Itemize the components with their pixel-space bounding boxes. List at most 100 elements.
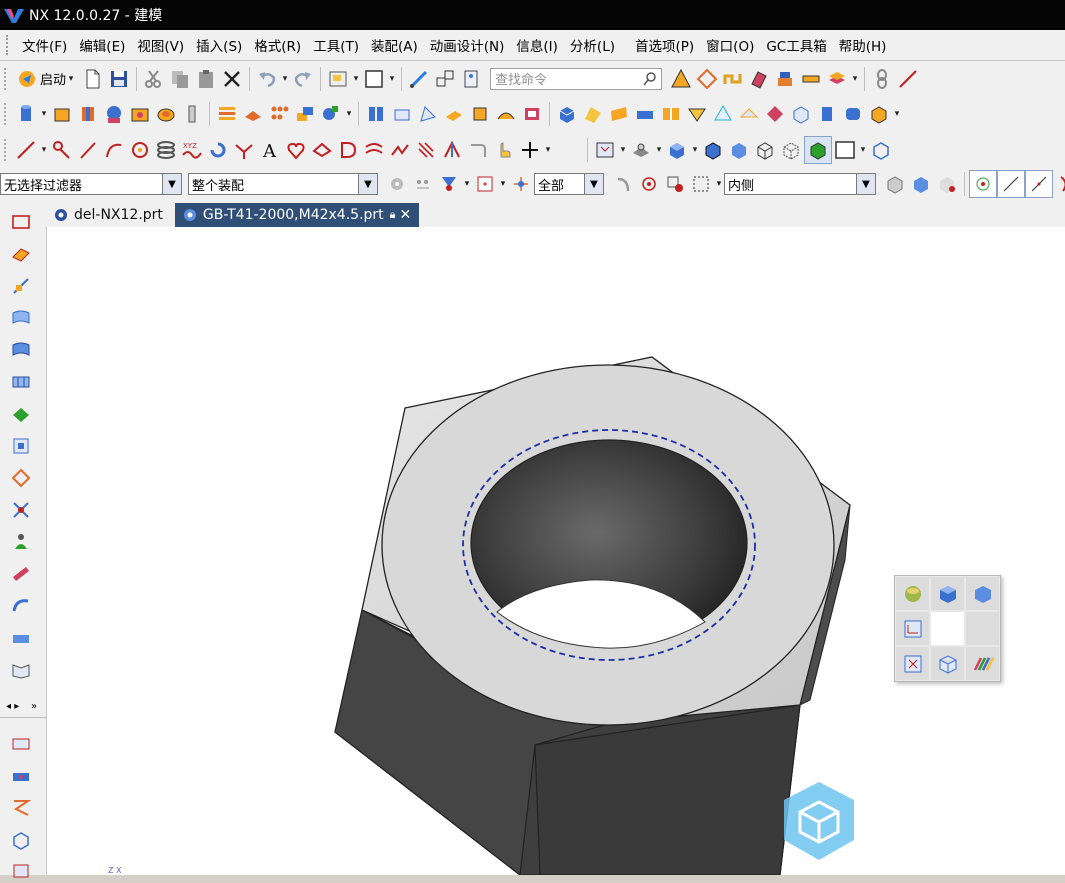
tetrahedron-icon[interactable] bbox=[710, 101, 736, 127]
box-icon[interactable] bbox=[389, 101, 415, 127]
chevron-down-icon[interactable]: ▾ bbox=[351, 74, 361, 84]
sweep-icon[interactable] bbox=[415, 101, 441, 127]
shaded-cube-icon[interactable] bbox=[930, 576, 965, 611]
extrude-icon[interactable] bbox=[49, 101, 75, 127]
toolbar-grip[interactable] bbox=[4, 103, 9, 125]
layers-icon[interactable] bbox=[824, 66, 850, 92]
target-icon[interactable] bbox=[636, 171, 662, 197]
chain-icon[interactable] bbox=[869, 66, 895, 92]
chevron-down-icon[interactable]: ▾ bbox=[498, 179, 508, 189]
orient-view-icon[interactable] bbox=[628, 137, 654, 163]
menu-animation[interactable]: 动画设计(N) bbox=[424, 35, 511, 55]
iso-curve-icon[interactable] bbox=[413, 137, 439, 163]
ruler-icon[interactable] bbox=[798, 66, 824, 92]
hole-icon[interactable] bbox=[127, 101, 153, 127]
chevron-down-icon[interactable]: ▾ bbox=[850, 74, 860, 84]
spiral-icon[interactable] bbox=[205, 137, 231, 163]
thread-icon[interactable] bbox=[179, 101, 205, 127]
sheet-icon[interactable] bbox=[746, 66, 772, 92]
menu-gc-toolbox[interactable]: GC工具箱 bbox=[760, 35, 832, 55]
inside-select[interactable]: 内侧 ▼ bbox=[724, 173, 876, 195]
line-icon[interactable] bbox=[895, 66, 921, 92]
fit-view-icon[interactable] bbox=[592, 137, 618, 163]
hand-icon[interactable] bbox=[491, 137, 517, 163]
snap-mid-icon[interactable] bbox=[1025, 170, 1053, 198]
curve-surface-icon[interactable] bbox=[606, 101, 632, 127]
studio-view-icon[interactable] bbox=[804, 135, 832, 164]
gear-filter-icon[interactable] bbox=[384, 171, 410, 197]
navigator-icon[interactable] bbox=[8, 827, 34, 853]
edge-blend-icon[interactable] bbox=[8, 465, 34, 491]
start-button[interactable]: 启动 ▾ bbox=[13, 69, 80, 89]
close-icon[interactable]: ✕ bbox=[400, 207, 412, 223]
cube-select-icon[interactable] bbox=[934, 171, 960, 197]
shell-icon[interactable] bbox=[467, 101, 493, 127]
chevron-down-icon[interactable]: ▾ bbox=[344, 109, 354, 119]
shaded-edges-icon[interactable] bbox=[700, 137, 726, 163]
menu-grip[interactable] bbox=[6, 35, 12, 55]
cube-outline-icon[interactable] bbox=[788, 101, 814, 127]
color-stripes-icon[interactable] bbox=[965, 646, 1000, 681]
line-tool-icon[interactable] bbox=[13, 137, 39, 163]
section-view-icon[interactable] bbox=[868, 137, 894, 163]
redo-icon[interactable] bbox=[290, 66, 316, 92]
snap-curve-icon[interactable] bbox=[1053, 171, 1065, 197]
sketch-view-icon[interactable] bbox=[895, 611, 930, 646]
triangle-pyramid-icon[interactable] bbox=[668, 66, 694, 92]
project-curve-icon[interactable] bbox=[309, 137, 335, 163]
draft-icon[interactable] bbox=[519, 101, 545, 127]
window-icon[interactable] bbox=[361, 66, 387, 92]
hex-nut-model[interactable] bbox=[47, 227, 1065, 875]
divide-curve-icon[interactable] bbox=[439, 137, 465, 163]
trim-icon[interactable] bbox=[684, 101, 710, 127]
chevron-down-icon[interactable]: ▾ bbox=[892, 109, 902, 119]
chevron-down-icon[interactable]: ▼ bbox=[856, 174, 875, 194]
command-search-input[interactable]: 查找命令 bbox=[490, 67, 663, 90]
feature-filter-icon[interactable] bbox=[410, 171, 436, 197]
d-curve-icon[interactable] bbox=[335, 137, 361, 163]
chevron-down-icon[interactable]: ▾ bbox=[462, 179, 472, 189]
snap-points-icon[interactable] bbox=[969, 170, 997, 198]
text-icon[interactable]: A bbox=[257, 137, 283, 163]
menu-file[interactable]: 文件(F) bbox=[16, 35, 73, 55]
corner-icon[interactable] bbox=[465, 137, 491, 163]
chevron-down-icon[interactable]: ▾ bbox=[39, 109, 49, 119]
helix-icon[interactable] bbox=[153, 137, 179, 163]
ruled-icon[interactable] bbox=[8, 401, 34, 427]
nx-feature-icon[interactable] bbox=[101, 101, 127, 127]
menu-assembly[interactable]: 装配(A) bbox=[365, 35, 424, 55]
chevron-down-icon[interactable]: ▾ bbox=[858, 145, 868, 155]
mesh-icon[interactable] bbox=[866, 101, 892, 127]
arc-icon[interactable] bbox=[101, 137, 127, 163]
diamond-icon[interactable] bbox=[694, 66, 720, 92]
menu-view[interactable]: 视图(V) bbox=[131, 35, 190, 55]
pattern-icon[interactable] bbox=[214, 101, 240, 127]
revolve-icon[interactable] bbox=[75, 101, 101, 127]
basic-line-icon[interactable] bbox=[75, 137, 101, 163]
point-plus-icon[interactable] bbox=[517, 137, 543, 163]
cut-icon[interactable] bbox=[141, 66, 167, 92]
cube-gray-icon[interactable] bbox=[882, 171, 908, 197]
shaded-cube-icon[interactable] bbox=[664, 137, 690, 163]
snap-filter-icon[interactable] bbox=[436, 171, 462, 197]
thicken-icon[interactable] bbox=[8, 625, 34, 651]
point-line-icon[interactable] bbox=[49, 137, 75, 163]
snap-star-icon[interactable] bbox=[508, 171, 534, 197]
rounded-box-icon[interactable] bbox=[840, 101, 866, 127]
person-icon[interactable] bbox=[8, 529, 34, 555]
roles-icon[interactable] bbox=[8, 763, 34, 789]
patch-icon[interactable] bbox=[8, 593, 34, 619]
law-curve-icon[interactable]: XYZ bbox=[179, 137, 205, 163]
selection-scope-select[interactable]: 整个装配 ▼ bbox=[188, 173, 378, 195]
copy-icon[interactable] bbox=[167, 66, 193, 92]
expand-more-icon[interactable]: » bbox=[31, 701, 37, 712]
offset-curve-icon[interactable] bbox=[361, 137, 387, 163]
toolbar-grip[interactable] bbox=[4, 138, 9, 161]
pad-icon[interactable] bbox=[736, 101, 762, 127]
move-icon[interactable] bbox=[432, 66, 458, 92]
type-filter-select[interactable]: 无选择过滤器 ▼ bbox=[0, 173, 182, 195]
select-gear-icon[interactable] bbox=[662, 171, 688, 197]
circle-points-icon[interactable] bbox=[127, 137, 153, 163]
sketch-icon[interactable] bbox=[8, 209, 34, 235]
shaded-plain-icon[interactable] bbox=[726, 137, 752, 163]
